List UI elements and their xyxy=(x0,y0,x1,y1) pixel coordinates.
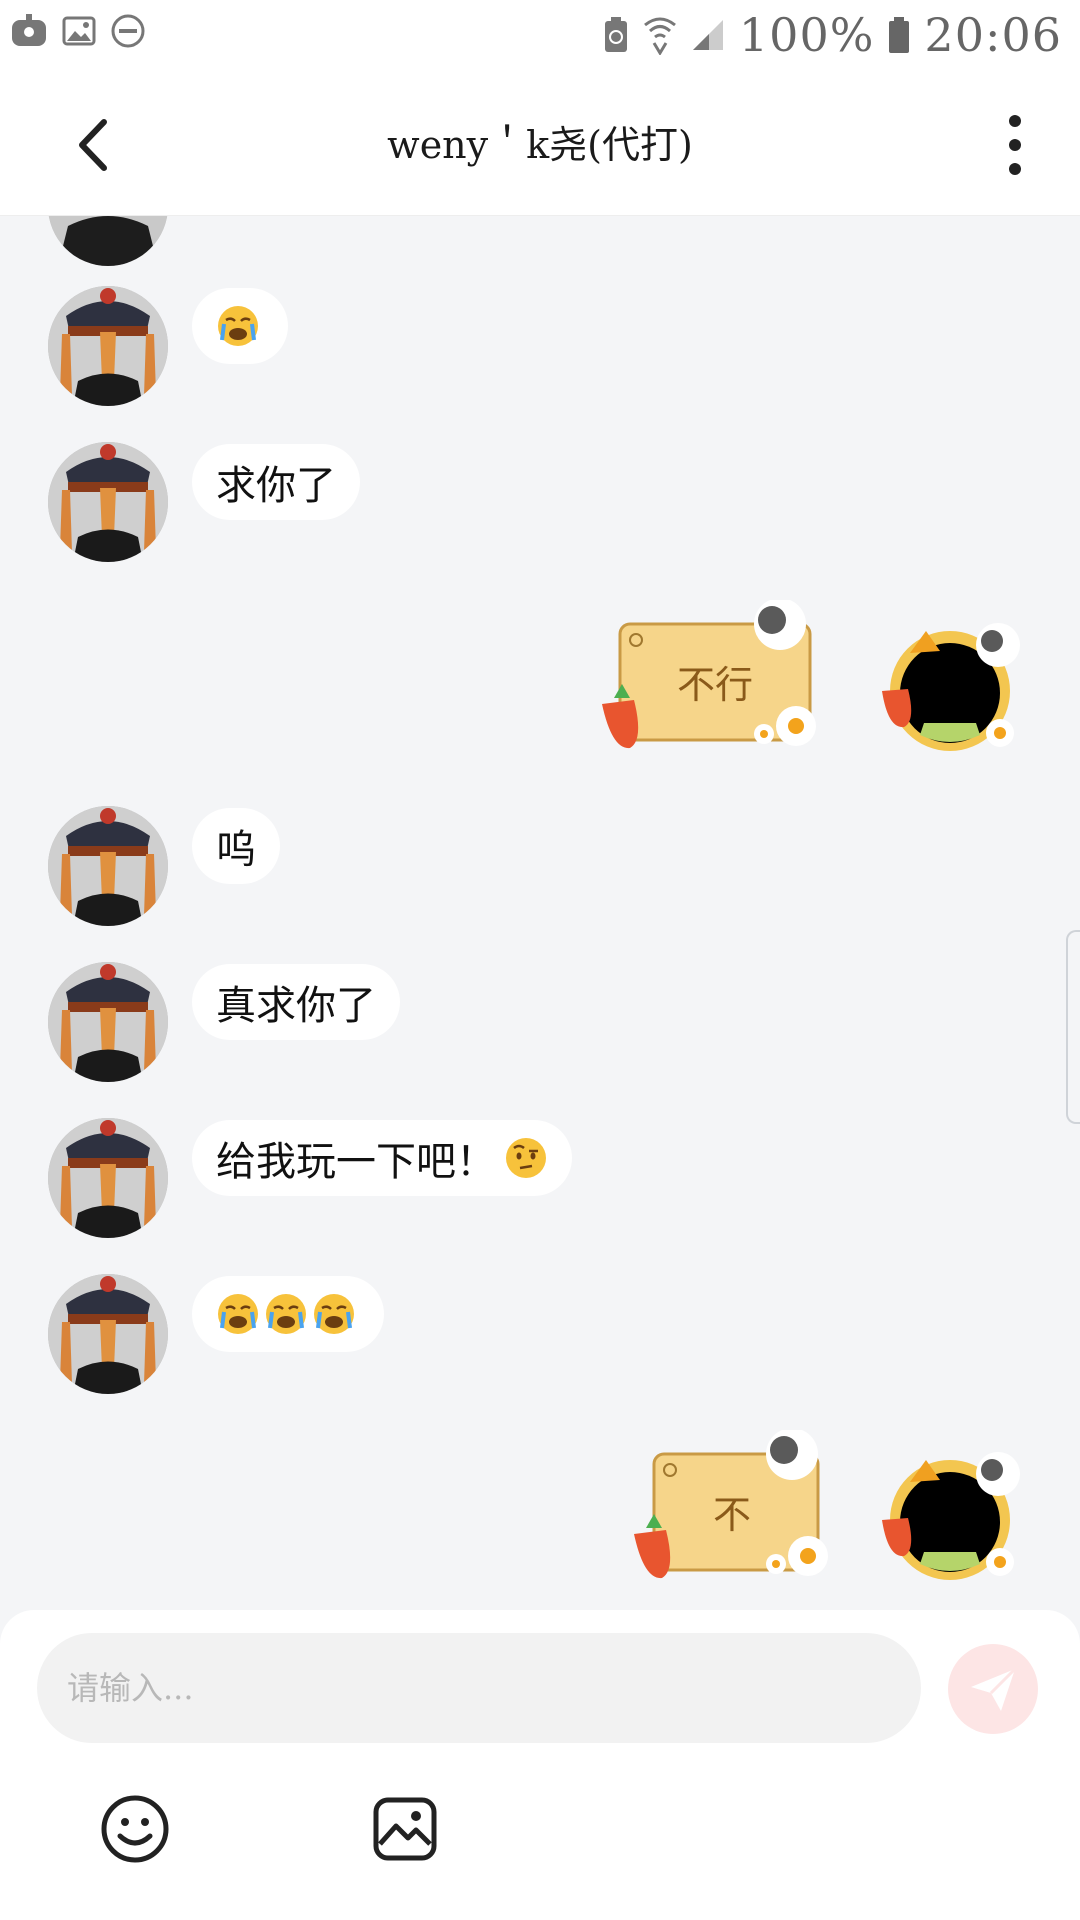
message-bubble[interactable]: 给我玩一下吧！ xyxy=(192,1120,572,1196)
clock: 20:06 xyxy=(924,8,1062,62)
message-text: 呜 xyxy=(216,827,256,873)
image-icon[interactable] xyxy=(372,1796,438,1862)
page-title: weny＇k尧(代打) xyxy=(387,123,693,167)
qing-hat-avatar-icon xyxy=(48,806,168,926)
qing-hat-avatar-icon xyxy=(48,962,168,1082)
sticker-text: 不行 xyxy=(677,663,753,707)
qing-hat-avatar-icon xyxy=(48,442,168,562)
qing-hat-avatar-icon xyxy=(48,1274,168,1394)
sticker-board[interactable]: 不 xyxy=(632,1430,832,1590)
gallery-icon xyxy=(62,16,96,46)
loudly-crying-emoji-icon xyxy=(218,306,258,346)
sticker-board[interactable]: 不行 xyxy=(600,600,820,760)
chat-list[interactable]: 求你了 不行 呜 真求你了 给我玩一下吧！ 不 xyxy=(0,216,1080,1611)
message-bubble[interactable]: 求你了 xyxy=(192,444,360,520)
status-bar: 100% 20:06 xyxy=(0,0,1080,72)
loudly-crying-emoji-icon xyxy=(314,1294,354,1334)
qing-hat-avatar-icon xyxy=(48,286,168,406)
send-button[interactable] xyxy=(948,1644,1038,1734)
paper-plane-icon xyxy=(971,1667,1017,1711)
signal-icon xyxy=(692,20,723,50)
dnd-icon xyxy=(111,14,145,48)
message-input[interactable] xyxy=(37,1633,921,1743)
smiley-icon[interactable] xyxy=(100,1794,170,1864)
message-composer xyxy=(0,1610,1080,1920)
qing-hat-avatar-icon xyxy=(48,216,168,266)
message-bubble[interactable]: 呜 xyxy=(192,808,280,884)
avatar[interactable] xyxy=(48,216,168,266)
sticker-text: 不 xyxy=(713,1493,751,1537)
qing-hat-avatar-icon xyxy=(48,1118,168,1238)
message-bubble[interactable]: 真求你了 xyxy=(192,964,400,1040)
wifi-icon xyxy=(643,17,676,55)
my-avatar[interactable] xyxy=(880,1440,1030,1590)
message-bubble[interactable] xyxy=(192,288,288,364)
more-vertical-icon[interactable] xyxy=(990,112,1040,178)
game-icon xyxy=(12,14,46,46)
loudly-crying-emoji-icon xyxy=(266,1294,306,1334)
battery-icon xyxy=(889,17,910,53)
avatar[interactable] xyxy=(48,1274,168,1394)
message-text: 给我玩一下吧！ xyxy=(216,1139,496,1185)
avatar[interactable] xyxy=(48,286,168,406)
scrollbar[interactable] xyxy=(1066,930,1080,1124)
battery-percent: 100% xyxy=(738,8,875,62)
recycle-battery-icon xyxy=(604,17,627,52)
my-avatar[interactable] xyxy=(880,611,1030,761)
loudly-crying-emoji-icon xyxy=(218,1294,258,1334)
message-bubble[interactable] xyxy=(192,1276,384,1352)
avatar[interactable] xyxy=(48,962,168,1082)
avatar[interactable] xyxy=(48,806,168,926)
avatar[interactable] xyxy=(48,442,168,562)
chat-header: weny＇k尧(代打) xyxy=(0,72,1080,216)
message-text: 真求你了 xyxy=(216,983,376,1029)
avatar[interactable] xyxy=(48,1118,168,1238)
raised-eyebrow-emoji-icon xyxy=(506,1138,546,1178)
message-text: 求你了 xyxy=(216,463,336,509)
